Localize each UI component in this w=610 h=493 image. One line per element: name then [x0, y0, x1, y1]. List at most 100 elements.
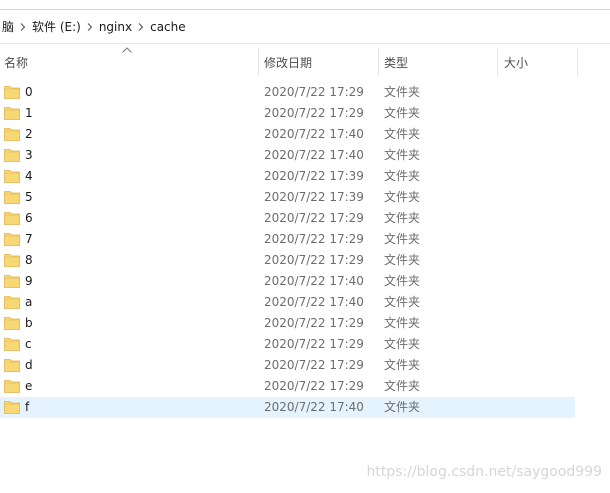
file-type: 文件夹	[384, 106, 421, 120]
column-header-size[interactable]: 大小	[504, 44, 574, 80]
column-header-type[interactable]: 类型	[384, 44, 494, 80]
column-divider[interactable]	[378, 48, 379, 76]
file-date: 2020/7/22 17:29	[264, 253, 364, 267]
column-header-label: 大小	[504, 55, 529, 70]
file-name: 2	[25, 127, 33, 141]
file-date: 2020/7/22 17:40	[264, 274, 364, 288]
breadcrumb-item-drive[interactable]: 软件 (E:)	[30, 16, 83, 38]
column-header-label: 修改日期	[264, 55, 313, 70]
file-date: 2020/7/22 17:39	[264, 190, 364, 204]
file-date: 2020/7/22 17:29	[264, 379, 364, 393]
file-type: 文件夹	[384, 295, 421, 309]
file-name: 6	[25, 211, 33, 225]
file-type: 文件夹	[384, 127, 421, 141]
file-date: 2020/7/22 17:29	[264, 358, 364, 372]
chevron-right-icon[interactable]	[83, 22, 97, 31]
list-item[interactable]: 1 2020/7/22 17:29 文件夹	[0, 103, 575, 124]
file-name: a	[25, 295, 33, 309]
file-date: 2020/7/22 17:29	[264, 211, 364, 225]
folder-icon	[4, 338, 20, 351]
folder-icon	[4, 170, 20, 183]
file-name: e	[25, 379, 33, 393]
folder-icon	[4, 380, 20, 393]
list-item[interactable]: 8 2020/7/22 17:29 文件夹	[0, 250, 575, 271]
breadcrumb[interactable]: 脑 软件 (E:) nginx cache	[0, 10, 610, 44]
file-name: d	[25, 358, 33, 372]
file-name: 8	[25, 253, 33, 267]
list-item[interactable]: 7 2020/7/22 17:29 文件夹	[0, 229, 575, 250]
file-type: 文件夹	[384, 253, 421, 267]
breadcrumb-item-label: 脑	[2, 20, 15, 34]
list-item[interactable]: d 2020/7/22 17:29 文件夹	[0, 355, 575, 376]
folder-icon	[4, 212, 20, 225]
list-item[interactable]: b 2020/7/22 17:29 文件夹	[0, 313, 575, 334]
chevron-right-icon[interactable]	[16, 22, 30, 31]
file-date: 2020/7/22 17:29	[264, 337, 364, 351]
file-type: 文件夹	[384, 400, 421, 414]
file-name: 4	[25, 169, 33, 183]
file-date: 2020/7/22 17:29	[264, 316, 364, 330]
file-date: 2020/7/22 17:29	[264, 85, 364, 99]
file-type: 文件夹	[384, 379, 421, 393]
folder-icon	[4, 107, 20, 120]
breadcrumb-item-label: cache	[150, 19, 186, 34]
list-item[interactable]: a 2020/7/22 17:40 文件夹	[0, 292, 575, 313]
file-name: 1	[25, 106, 33, 120]
watermark: https://blog.csdn.net/saygood999	[366, 464, 602, 480]
chevron-right-icon[interactable]	[134, 22, 148, 31]
list-item[interactable]: 3 2020/7/22 17:40 文件夹	[0, 145, 575, 166]
file-type: 文件夹	[384, 337, 421, 351]
list-item[interactable]: 2 2020/7/22 17:40 文件夹	[0, 124, 575, 145]
list-item[interactable]: e 2020/7/22 17:29 文件夹	[0, 376, 575, 397]
breadcrumb-item-computer[interactable]: 脑	[0, 16, 16, 38]
folder-icon	[4, 359, 20, 372]
breadcrumb-item-nginx[interactable]: nginx	[97, 16, 134, 38]
breadcrumb-item-label: 软件 (E:)	[32, 20, 81, 34]
folder-icon	[4, 128, 20, 141]
folder-icon	[4, 296, 20, 309]
file-date: 2020/7/22 17:29	[264, 232, 364, 246]
file-name: 9	[25, 274, 33, 288]
list-item[interactable]: 6 2020/7/22 17:29 文件夹	[0, 208, 575, 229]
list-item[interactable]: 0 2020/7/22 17:29 文件夹	[0, 82, 575, 103]
file-type: 文件夹	[384, 232, 421, 246]
file-name: 0	[25, 85, 33, 99]
column-header-row: 名称 修改日期 类型 大小	[0, 44, 610, 80]
file-name: 3	[25, 148, 33, 162]
file-type: 文件夹	[384, 358, 421, 372]
folder-icon	[4, 275, 20, 288]
list-item[interactable]: 4 2020/7/22 17:39 文件夹	[0, 166, 575, 187]
window-top-edge	[0, 0, 610, 10]
list-item-selected[interactable]: f 2020/7/22 17:40 文件夹	[0, 397, 575, 418]
list-item[interactable]: c 2020/7/22 17:29 文件夹	[0, 334, 575, 355]
folder-icon	[4, 191, 20, 204]
file-date: 2020/7/22 17:40	[264, 400, 364, 414]
folder-icon	[4, 233, 20, 246]
file-date: 2020/7/22 17:39	[264, 169, 364, 183]
explorer-window: 脑 软件 (E:) nginx cache 名称 修改日期 类型 大小 0 20…	[0, 0, 610, 493]
list-item[interactable]: 5 2020/7/22 17:39 文件夹	[0, 187, 575, 208]
column-divider[interactable]	[258, 48, 259, 76]
file-type: 文件夹	[384, 169, 421, 183]
file-date: 2020/7/22 17:40	[264, 295, 364, 309]
column-header-label: 名称	[4, 55, 29, 70]
column-divider[interactable]	[577, 48, 578, 76]
folder-icon	[4, 86, 20, 99]
folder-icon	[4, 149, 20, 162]
file-type: 文件夹	[384, 148, 421, 162]
file-name: 7	[25, 232, 33, 246]
list-item[interactable]: 9 2020/7/22 17:40 文件夹	[0, 271, 575, 292]
file-type: 文件夹	[384, 274, 421, 288]
folder-icon	[4, 254, 20, 267]
breadcrumb-item-cache[interactable]: cache	[148, 16, 188, 38]
file-name: 5	[25, 190, 33, 204]
column-header-date[interactable]: 修改日期	[264, 44, 378, 80]
file-type: 文件夹	[384, 190, 421, 204]
file-type: 文件夹	[384, 85, 421, 99]
column-divider[interactable]	[497, 48, 498, 76]
file-type: 文件夹	[384, 316, 421, 330]
breadcrumb-item-label: nginx	[98, 19, 133, 34]
column-header-name[interactable]: 名称	[4, 44, 256, 80]
file-name: c	[25, 337, 32, 351]
folder-icon	[4, 317, 20, 330]
